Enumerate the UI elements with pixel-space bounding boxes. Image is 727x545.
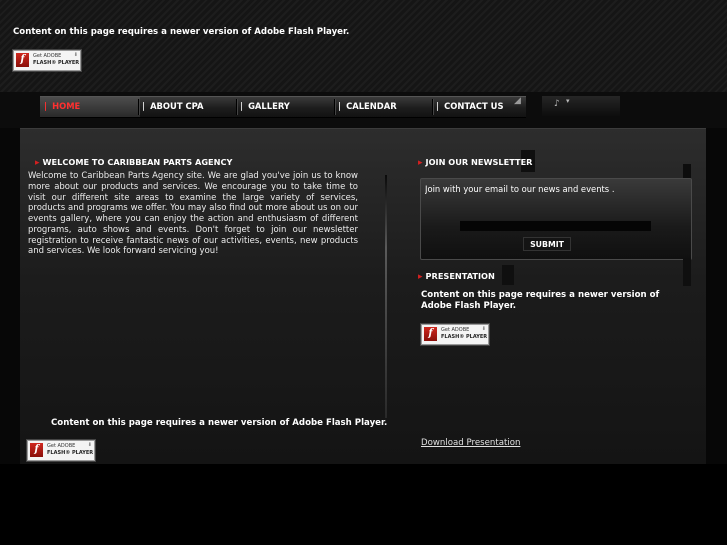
nav-item-contact-us[interactable]: | CONTACT US: [436, 97, 524, 117]
welcome-heading: ▸ WELCOME TO CARIBBEAN PARTS AGENCY: [35, 157, 233, 168]
get-flash-player-button-presentation[interactable]: f Get ADOBE FLASH® PLAYER ⬇: [421, 324, 489, 345]
download-arrow-icon: ⬇: [87, 442, 92, 448]
badge-line1: Get ADOBE: [441, 327, 470, 333]
nav-item-home[interactable]: | HOME: [40, 97, 140, 117]
music-note-icon[interactable]: ♪: [554, 99, 560, 109]
nav-divider: [138, 99, 139, 115]
submit-button[interactable]: SUBMIT: [523, 237, 571, 251]
heading-tab: [683, 258, 691, 286]
nav-item-gallery[interactable]: | GALLERY: [240, 97, 332, 117]
badge-line2: FLASH® PLAYER: [33, 60, 80, 66]
badge-line2: FLASH® PLAYER: [441, 334, 488, 340]
bullet-icon: ▸: [35, 158, 40, 168]
flash-message-top: Content on this page requires a newer ve…: [13, 27, 350, 37]
flash-player-icon: f: [16, 53, 29, 67]
bullet-icon: ▸: [418, 272, 423, 282]
badge-line1: Get ADOBE: [33, 53, 62, 59]
welcome-text: Welcome to Caribbean Parts Agency site. …: [28, 171, 358, 257]
nav-item-calendar[interactable]: | CALENDAR: [338, 97, 430, 117]
presentation-heading: ▸ PRESENTATION: [418, 271, 495, 282]
badge-line1: Get ADOBE: [47, 443, 76, 449]
badge-line2: FLASH® PLAYER: [47, 450, 94, 456]
newsletter-email-input[interactable]: [425, 182, 675, 196]
nav-divider: [432, 99, 433, 115]
newsletter-heading: ▸ JOIN OUR NEWSLETTER: [418, 157, 533, 168]
tools-box: ♪ ▾: [542, 96, 620, 116]
footer: [0, 464, 727, 545]
download-arrow-icon: ⬇: [481, 326, 486, 332]
get-flash-player-button-bottom[interactable]: f Get ADOBE FLASH® PLAYER ⬇: [27, 440, 95, 461]
heading-tab: [502, 265, 514, 285]
chevron-down-icon[interactable]: ▾: [566, 97, 570, 105]
flash-message-bottom: Content on this page requires a newer ve…: [51, 418, 388, 428]
header-area: [0, 0, 727, 92]
download-arrow-icon: ⬇: [73, 52, 78, 58]
column-divider: [385, 175, 387, 418]
main-nav: | HOME | ABOUT CPA | GALLERY | CALENDAR | CON…: [40, 96, 526, 118]
nav-item-about-cpa[interactable]: | ABOUT CPA: [142, 97, 234, 117]
flash-player-icon: f: [30, 443, 43, 457]
nav-divider: [334, 99, 335, 115]
newsletter-input-bar: [460, 221, 651, 231]
bullet-icon: ▸: [418, 158, 423, 168]
nav-corner-icon: ◢: [514, 96, 521, 106]
flash-player-icon: f: [424, 327, 437, 341]
flash-message-presentation: Content on this page requires a newer ve…: [421, 290, 660, 311]
nav-divider: [236, 99, 237, 115]
newsletter-form: SUBMIT: [420, 178, 692, 260]
get-flash-player-button-top[interactable]: f Get ADOBE FLASH® PLAYER ⬇: [13, 50, 81, 71]
download-presentation-link[interactable]: Download Presentation: [421, 438, 520, 448]
